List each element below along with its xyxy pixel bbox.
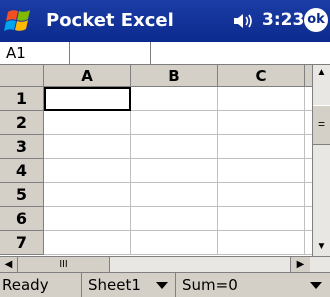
column-header-a[interactable]: A: [44, 65, 131, 87]
status-bar: Ready Sheet1 Sum=0: [0, 272, 330, 297]
cell-c1[interactable]: [218, 87, 305, 111]
cell-d6[interactable]: [305, 207, 312, 231]
select-all-corner[interactable]: [0, 65, 44, 87]
formula-input[interactable]: [71, 42, 151, 64]
autocalc-selector[interactable]: Sum=0: [178, 273, 330, 297]
row-header-7[interactable]: 7: [0, 231, 44, 255]
scrollbar-corner: [312, 256, 330, 272]
cell-c7[interactable]: [218, 231, 305, 255]
column-header-c[interactable]: C: [218, 65, 305, 87]
column-header-b[interactable]: B: [131, 65, 218, 87]
row-header-4[interactable]: 4: [0, 159, 44, 183]
vertical-scroll-thumb[interactable]: =: [313, 105, 330, 145]
horizontal-scrollbar[interactable]: ◀ III ▶: [0, 256, 312, 272]
speaker-icon[interactable]: [232, 12, 256, 30]
cell-d5[interactable]: [305, 183, 312, 207]
app-title: Pocket Excel: [46, 10, 174, 31]
clock[interactable]: 3:23: [262, 10, 304, 30]
cell-b6[interactable]: [131, 207, 218, 231]
scroll-left-arrow-icon[interactable]: ◀: [0, 257, 18, 272]
row-header-6[interactable]: 6: [0, 207, 44, 231]
scroll-down-arrow-icon[interactable]: ▼: [313, 239, 330, 255]
horizontal-scroll-thumb[interactable]: III: [18, 257, 110, 272]
column-header-d[interactable]: [305, 65, 312, 87]
sheet-selector-label: Sheet1: [88, 276, 141, 294]
chevron-down-icon: [310, 282, 322, 289]
cell-b7[interactable]: [131, 231, 218, 255]
cell-a6[interactable]: [44, 207, 131, 231]
cell-c4[interactable]: [218, 159, 305, 183]
cell-a1[interactable]: [44, 87, 131, 111]
cell-d3[interactable]: [305, 135, 312, 159]
cell-c6[interactable]: [218, 207, 305, 231]
cell-b2[interactable]: [131, 111, 218, 135]
sheet-selector[interactable]: Sheet1: [84, 273, 176, 297]
cell-a7[interactable]: [44, 231, 131, 255]
title-bar: Pocket Excel 3:23 ok: [0, 0, 330, 42]
cell-reference-box[interactable]: A1: [0, 42, 70, 64]
ok-button[interactable]: ok: [304, 8, 328, 32]
row-header-1[interactable]: 1: [0, 87, 44, 111]
vertical-scrollbar[interactable]: ▲ = ▼: [312, 65, 330, 256]
cell-d1[interactable]: [305, 87, 312, 111]
windows-flag-icon: [4, 10, 30, 31]
cell-b3[interactable]: [131, 135, 218, 159]
row-header-3[interactable]: 3: [0, 135, 44, 159]
scroll-right-arrow-icon[interactable]: ▶: [290, 257, 310, 272]
status-text: Ready: [0, 273, 82, 297]
cell-d4[interactable]: [305, 159, 312, 183]
cell-c3[interactable]: [218, 135, 305, 159]
cell-d7[interactable]: [305, 231, 312, 255]
chevron-down-icon: [156, 282, 168, 289]
cell-a5[interactable]: [44, 183, 131, 207]
cell-a4[interactable]: [44, 159, 131, 183]
start-menu-button[interactable]: [2, 4, 40, 38]
scroll-up-arrow-icon[interactable]: ▲: [313, 65, 330, 81]
cell-d2[interactable]: [305, 111, 312, 135]
cell-a3[interactable]: [44, 135, 131, 159]
cell-c2[interactable]: [218, 111, 305, 135]
autocalc-label: Sum=0: [182, 276, 238, 294]
row-header-2[interactable]: 2: [0, 111, 44, 135]
cell-c5[interactable]: [218, 183, 305, 207]
cell-b4[interactable]: [131, 159, 218, 183]
cell-a2[interactable]: [44, 111, 131, 135]
spreadsheet-grid: A B C 1 2 3 4 5 6 7: [0, 65, 312, 256]
row-header-5[interactable]: 5: [0, 183, 44, 207]
formula-bar: A1: [0, 42, 330, 65]
cell-b1[interactable]: [131, 87, 218, 111]
cell-b5[interactable]: [131, 183, 218, 207]
